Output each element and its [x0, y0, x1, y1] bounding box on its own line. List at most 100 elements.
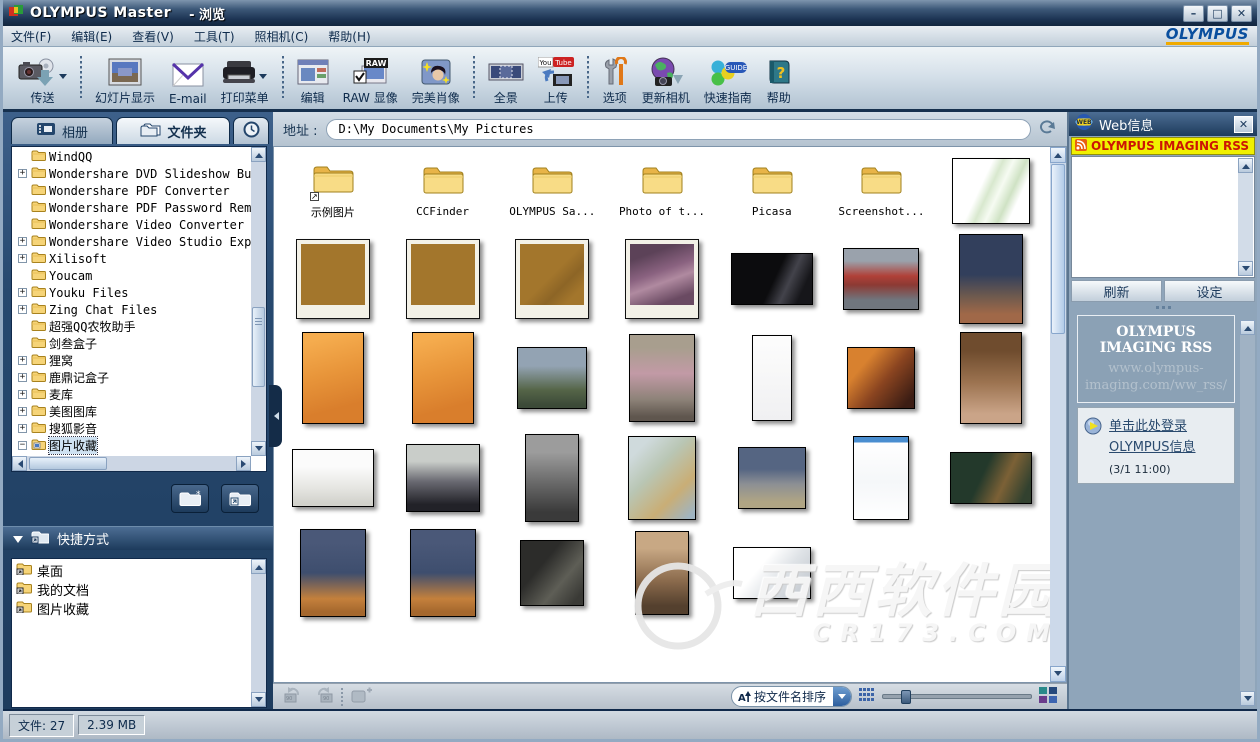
- tree-item[interactable]: +Wondershare Video Studio Exp: [12, 233, 251, 250]
- tree-expand-toggle[interactable]: +: [17, 390, 28, 399]
- bw-child-photo[interactable]: [525, 434, 579, 522]
- maximize-button[interactable]: □: [1207, 5, 1228, 22]
- tree-item[interactable]: +麦库: [12, 386, 251, 403]
- dropdown-caret-icon[interactable]: [59, 74, 67, 83]
- small-thumbnails-button[interactable]: [859, 687, 875, 706]
- minimize-button[interactable]: –: [1183, 5, 1204, 22]
- girl-with-hat-photo[interactable]: [960, 332, 1022, 424]
- tab-文件夹[interactable]: 文件夹: [116, 117, 230, 144]
- tree-expand-toggle[interactable]: +: [17, 373, 28, 382]
- shortcuts-header[interactable]: 快捷方式: [3, 526, 273, 550]
- menu-item[interactable]: 工具(T): [194, 28, 235, 45]
- close-button[interactable]: ✕: [1231, 5, 1252, 22]
- rotate-right-button[interactable]: 90: [312, 686, 334, 708]
- toolbar-button-options[interactable]: 选项: [595, 54, 635, 108]
- scroll-left-button[interactable]: [12, 456, 27, 471]
- toolbar-button-edit[interactable]: 编辑: [290, 54, 336, 108]
- new-folder-button[interactable]: *: [171, 484, 209, 513]
- tree-item[interactable]: +狸窝: [12, 352, 251, 369]
- tree-item[interactable]: +Wondershare DVD Slideshow Bu: [12, 165, 251, 182]
- tree-item[interactable]: −图片收藏: [12, 437, 251, 454]
- toolbar-button-slideshow[interactable]: 幻灯片显示: [88, 54, 162, 108]
- scroll-down-button[interactable]: [1238, 261, 1253, 276]
- man-in-suit-photo[interactable]: [406, 444, 480, 512]
- add-to-album-button[interactable]: [350, 686, 372, 708]
- menu-item[interactable]: 帮助(H): [328, 28, 370, 45]
- expand-icon[interactable]: +: [18, 305, 27, 314]
- tree-item[interactable]: 剑叁盒子: [12, 335, 251, 352]
- rss-list-scrollbar[interactable]: [1238, 158, 1253, 276]
- sort-dropdown-button[interactable]: [833, 687, 851, 706]
- expand-icon[interactable]: +: [18, 390, 27, 399]
- toolbar-button-raw[interactable]: RAWRAW 显像: [336, 54, 405, 108]
- tree-item[interactable]: Wondershare Video Converter: [12, 216, 251, 233]
- purple-polaroid-legs[interactable]: [625, 239, 699, 319]
- tree-item[interactable]: Wondershare PDF Converter: [12, 182, 251, 199]
- scroll-down-button[interactable]: [251, 692, 266, 707]
- thumbnail-size-slider[interactable]: [882, 694, 1032, 699]
- expand-icon[interactable]: +: [18, 373, 27, 382]
- scroll-up-button[interactable]: [251, 559, 266, 574]
- toolbar-button-update[interactable]: 更新相机: [635, 54, 697, 108]
- mobile-phones-photo[interactable]: [733, 547, 811, 599]
- scroll-thumb[interactable]: [29, 457, 107, 470]
- scroll-up-button[interactable]: [1238, 158, 1253, 173]
- toolbar-button-panorama[interactable]: 全景: [481, 54, 531, 108]
- shortcut-item[interactable]: 图片收藏: [12, 599, 266, 618]
- toolbar-button-email[interactable]: E-mail: [162, 57, 214, 108]
- panel-collapse-handle[interactable]: [269, 385, 282, 447]
- tab-clock[interactable]: [233, 117, 269, 144]
- menu-item[interactable]: 查看(V): [132, 28, 174, 45]
- folder-thumb[interactable]: CCFinder: [388, 151, 498, 231]
- tree-item[interactable]: +Youku Files: [12, 284, 251, 301]
- scroll-up-button[interactable]: [1240, 320, 1255, 335]
- shortcuts-scrollbar[interactable]: [251, 559, 266, 707]
- large-thumbnails-button[interactable]: [1039, 687, 1057, 707]
- toolbar-button-portrait[interactable]: 完美肖像: [405, 54, 467, 108]
- expand-icon[interactable]: +: [18, 254, 27, 263]
- slider-thumb[interactable]: [901, 690, 911, 704]
- tree-expand-toggle[interactable]: +: [17, 254, 28, 263]
- sort-order-select[interactable]: A 按文件名排序: [731, 686, 852, 707]
- tree-item[interactable]: +Xilisoft: [12, 250, 251, 267]
- rotate-left-button[interactable]: 90: [283, 686, 305, 708]
- tree-item[interactable]: WindQQ: [12, 148, 251, 165]
- green-cartoon-drawing[interactable]: [952, 158, 1030, 224]
- tv-news-screenshot[interactable]: [950, 452, 1032, 504]
- dropdown-caret-icon[interactable]: [259, 74, 267, 83]
- toolbar-button-guide[interactable]: GUIDE快速指南: [697, 54, 759, 108]
- toolbar-button-help[interactable]: ?帮助: [759, 54, 799, 108]
- rss-item-link[interactable]: 单击此处登录 OLYMPUS信息: [1109, 419, 1196, 455]
- menu-item[interactable]: 文件(F): [11, 28, 51, 45]
- web-panel-scrollbar[interactable]: [1240, 320, 1255, 706]
- basketball-team-photo-2[interactable]: [410, 529, 476, 617]
- dark-portrait-man-photo[interactable]: [731, 253, 813, 305]
- scroll-up-button[interactable]: [251, 147, 266, 162]
- tree-vertical-scrollbar[interactable]: [251, 147, 266, 456]
- white-page-screenshot[interactable]: [752, 335, 792, 421]
- collage-illustration[interactable]: [628, 436, 696, 520]
- crowd-woman-photo[interactable]: [629, 334, 695, 422]
- viewport-scrollbar[interactable]: [1050, 147, 1066, 682]
- scroll-down-button[interactable]: [1240, 691, 1255, 706]
- scroll-thumb[interactable]: [252, 307, 265, 387]
- tab-相册[interactable]: 相册: [11, 117, 113, 144]
- open-shortcut-folder-button[interactable]: [221, 484, 259, 513]
- tree-expand-toggle[interactable]: +: [17, 424, 28, 433]
- tree-expand-toggle[interactable]: +: [17, 288, 28, 297]
- rss-item[interactable]: 单击此处登录 OLYMPUS信息 (3/1 11:00): [1077, 407, 1235, 484]
- street-red-banners-photo[interactable]: [843, 248, 919, 310]
- tree-expand-toggle[interactable]: +: [17, 407, 28, 416]
- tree-item[interactable]: +Zing Chat Files: [12, 301, 251, 318]
- brown-polaroid-faded-figure[interactable]: [515, 239, 589, 319]
- toolbar-button-printer[interactable]: 打印菜单: [214, 54, 276, 108]
- police-crowd-photo[interactable]: [517, 347, 587, 409]
- refresh-icon[interactable]: [1039, 119, 1057, 139]
- tree-item[interactable]: +搜狐影音: [12, 420, 251, 437]
- toolbar-button-upload[interactable]: YouTube上传: [531, 54, 581, 108]
- scroll-up-button[interactable]: [1050, 147, 1066, 163]
- webpage-screenshot[interactable]: [853, 436, 909, 520]
- scroll-right-button[interactable]: [236, 456, 251, 471]
- refresh-button[interactable]: 刷新: [1071, 280, 1162, 302]
- tree-item[interactable]: +美图图库: [12, 403, 251, 420]
